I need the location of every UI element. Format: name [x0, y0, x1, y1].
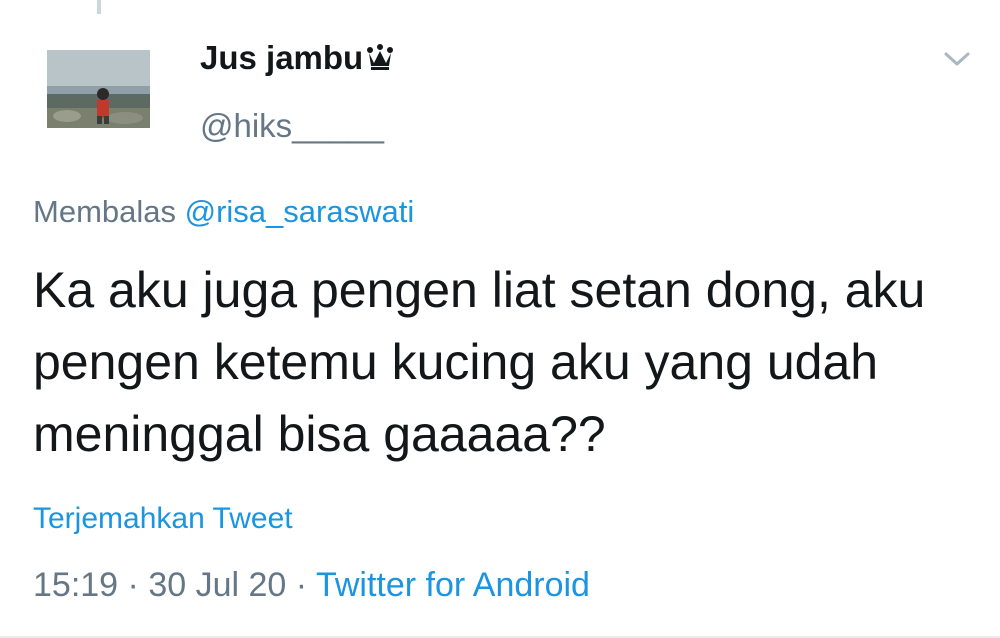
thread-connector-line	[97, 0, 101, 14]
meta-separator: ·	[127, 566, 139, 604]
tweet-source-link[interactable]: Twitter for Android	[316, 566, 590, 604]
tweet-time: 15:19	[33, 566, 119, 604]
translate-tweet-link[interactable]: Terjemahkan Tweet	[33, 500, 293, 538]
reply-mention-link[interactable]: @risa_saraswati	[185, 194, 415, 229]
tweet-date: 30 Jul 20	[148, 566, 287, 604]
chevron-down-icon[interactable]	[940, 44, 974, 74]
avatar[interactable]	[47, 50, 150, 128]
author-name-row[interactable]: Jus jambu	[200, 38, 395, 78]
display-name[interactable]: Jus jambu	[200, 38, 363, 78]
author-handle[interactable]: @hiks_____	[200, 106, 384, 146]
tweet-text: Ka aku juga pengen liat setan dong, aku …	[33, 262, 926, 462]
tweet-metadata: 15:19 · 30 Jul 20 · Twitter for Android	[33, 564, 590, 606]
reply-prefix: Membalas	[33, 194, 176, 229]
crown-icon	[367, 44, 394, 70]
meta-separator: ·	[295, 566, 308, 604]
avatar-photo	[47, 50, 150, 128]
reply-context: Membalas @risa_saraswati	[33, 192, 414, 232]
